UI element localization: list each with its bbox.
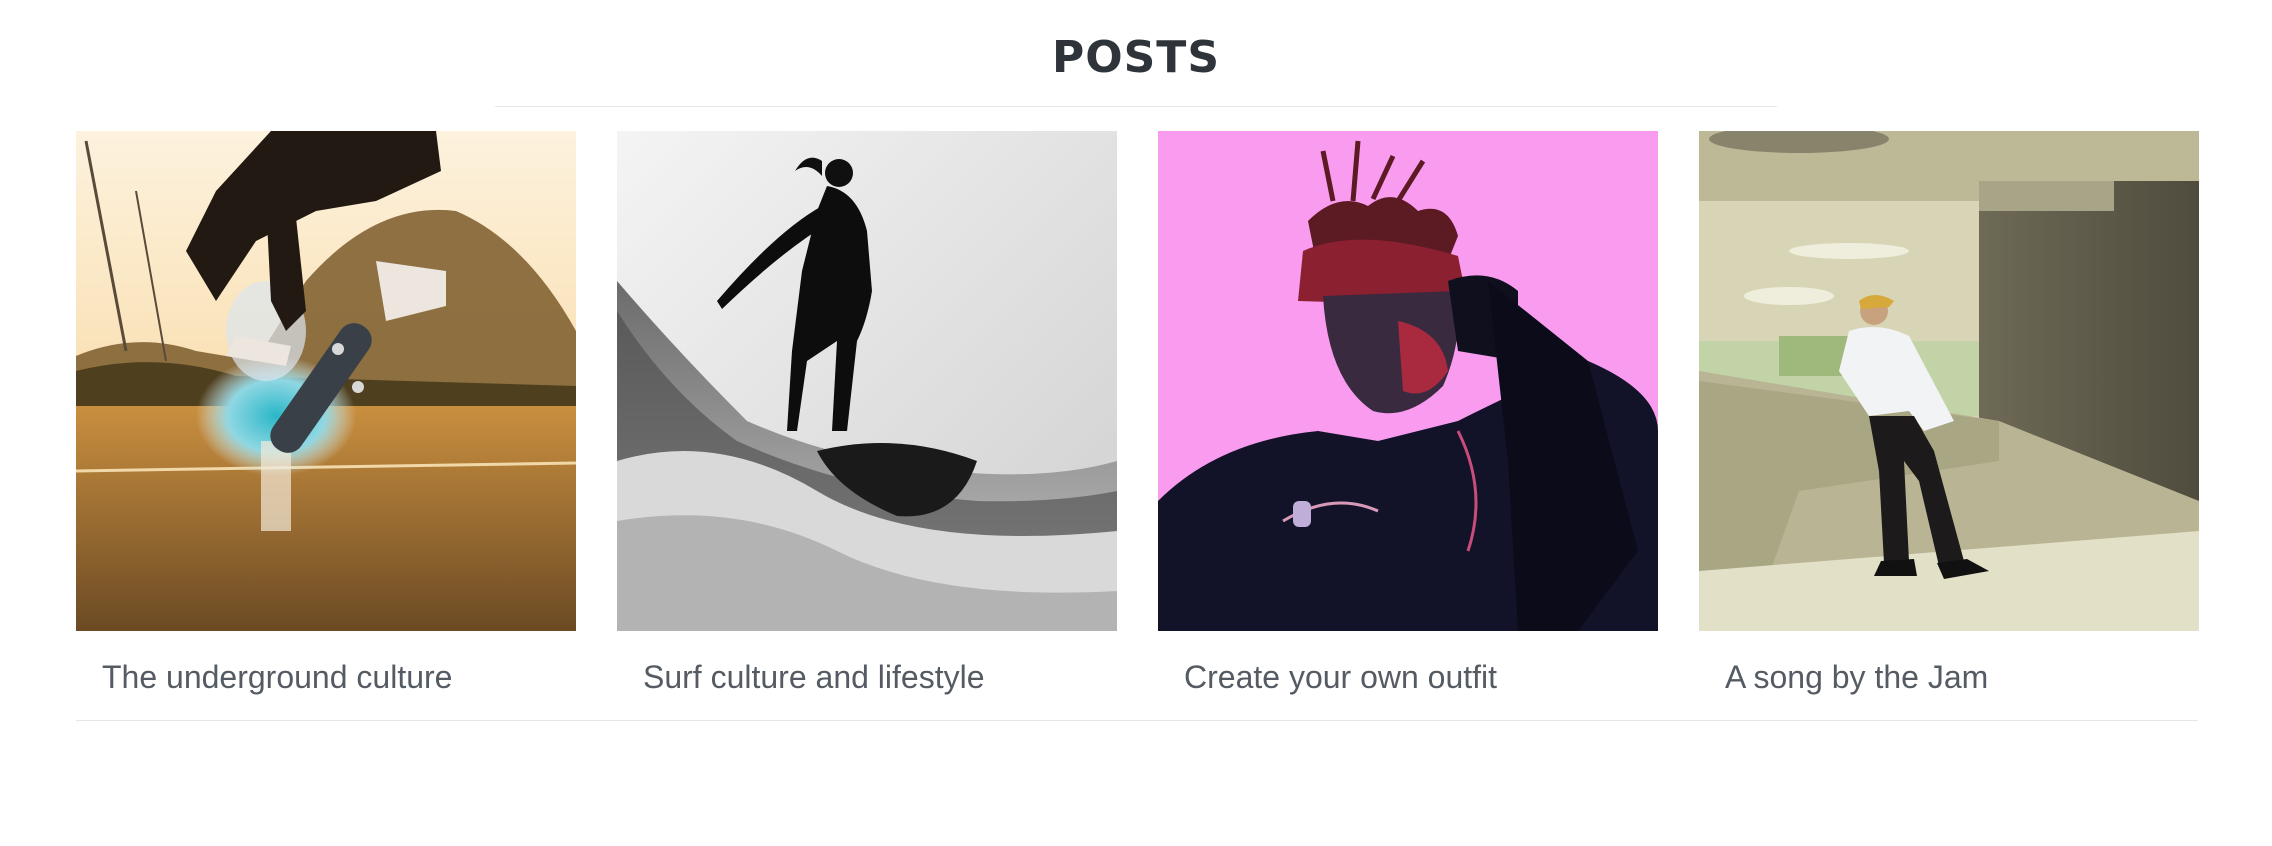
posts-grid: The underground culture Surf culture and… xyxy=(76,131,2199,720)
bottom-divider xyxy=(76,720,2198,721)
post-card-4[interactable]: A song by the Jam xyxy=(1699,131,2199,720)
post-image-man-concrete[interactable] xyxy=(1699,131,2199,631)
post-title[interactable]: A song by the Jam xyxy=(1725,657,1988,697)
post-image-skateboarder[interactable] xyxy=(76,131,576,631)
post-title[interactable]: Surf culture and lifestyle xyxy=(643,657,985,697)
post-image-surfer[interactable] xyxy=(617,131,1117,631)
post-title[interactable]: Create your own outfit xyxy=(1184,657,1497,697)
post-card-3[interactable]: Create your own outfit xyxy=(1158,131,1658,720)
post-image-woman-pink[interactable] xyxy=(1158,131,1658,631)
title-divider xyxy=(495,106,1777,107)
post-card-1[interactable]: The underground culture xyxy=(76,131,576,720)
section-title: POSTS xyxy=(1051,32,1221,83)
post-card-2[interactable]: Surf culture and lifestyle xyxy=(617,131,1117,720)
post-title[interactable]: The underground culture xyxy=(102,657,452,697)
